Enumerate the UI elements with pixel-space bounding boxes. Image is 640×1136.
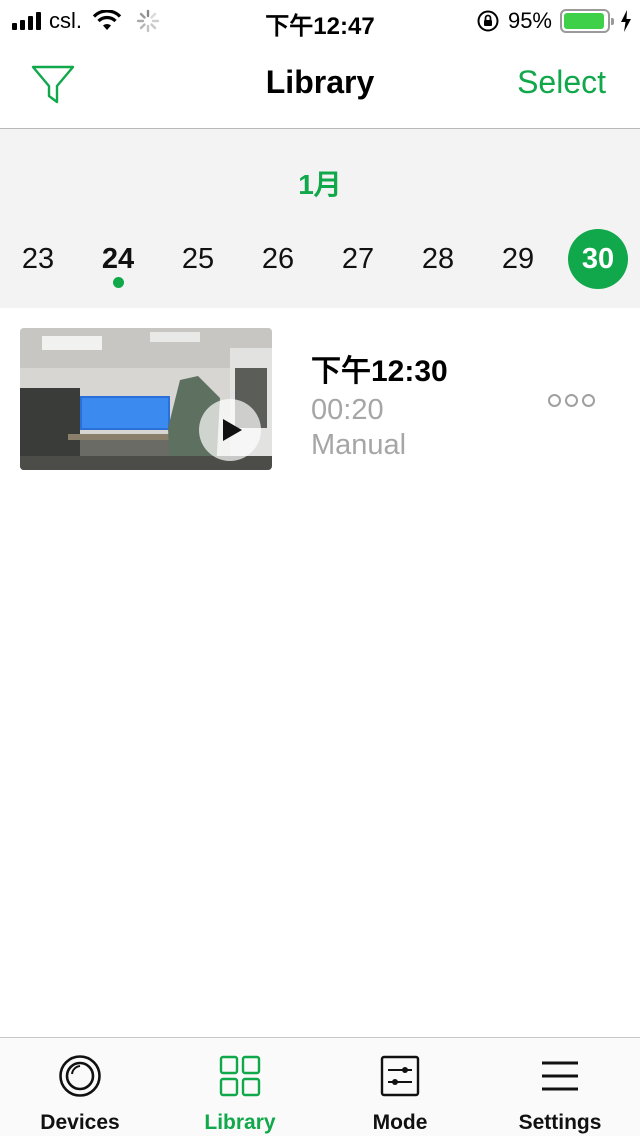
day-27[interactable]: 27 [328,229,388,289]
navigation-bar: Library Select [0,40,640,129]
camera-lens-icon [59,1055,101,1097]
clip-duration: 00:20 [311,394,384,426]
day-23[interactable]: 23 [8,229,68,289]
tab-devices[interactable]: Devices [0,1038,160,1136]
tab-mode-label: Mode [372,1111,428,1134]
menu-icon [542,1061,578,1091]
clip-thumbnail[interactable] [20,328,272,470]
tab-library-label: Library [204,1111,276,1134]
status-right: 95% [476,8,632,34]
battery-percent: 95% [507,8,552,33]
day-29[interactable]: 29 [488,229,548,289]
day-28[interactable]: 28 [408,229,468,289]
battery-fill [564,13,604,29]
day-25[interactable]: 25 [168,229,228,289]
tab-mode[interactable]: Mode [320,1038,480,1136]
month-label: 1月 [298,169,342,200]
charging-bolt-icon [621,10,631,32]
grid-icon [219,1055,261,1097]
tab-settings-label: Settings [518,1111,602,1134]
clip-list-item[interactable]: 下午12:30 00:20 Manual [0,308,640,488]
tab-devices-label: Devices [40,1111,120,1134]
more-options-icon[interactable] [548,390,600,410]
tab-bar: Devices Library Mode Settings [0,1037,640,1136]
tab-library[interactable]: Library [160,1038,320,1136]
battery-icon [560,9,614,33]
clip-type: Manual [311,429,407,461]
date-strip: 1月 23 24 25 26 27 28 29 30 [0,129,640,308]
day-30-selected[interactable]: 30 [568,229,628,289]
status-bar: csl. 下午12:47 95% [0,0,640,40]
recording-indicator-dot [113,277,124,288]
clip-time: 下午12:30 [311,355,448,388]
rotation-lock-icon [477,10,499,32]
play-icon[interactable] [198,398,262,462]
day-26[interactable]: 26 [248,229,308,289]
tab-settings[interactable]: Settings [480,1038,640,1136]
sliders-icon [380,1055,420,1097]
select-button[interactable]: Select [517,64,606,101]
